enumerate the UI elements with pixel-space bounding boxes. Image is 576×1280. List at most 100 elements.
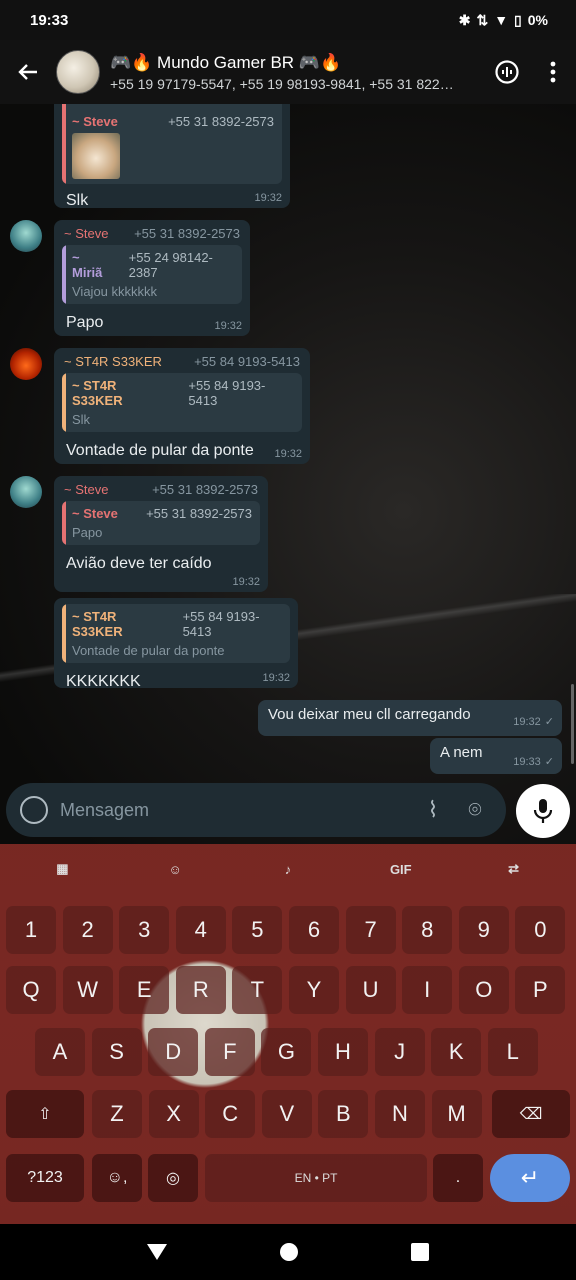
space-key[interactable]: EN • PT	[205, 1154, 427, 1202]
key-3[interactable]: 3	[119, 906, 170, 954]
symbols-key[interactable]: ?123	[6, 1154, 84, 1202]
quoted-message[interactable]: ~ Steve +55 31 8392-2573	[62, 104, 282, 184]
key-4[interactable]: 4	[175, 906, 226, 954]
key-0[interactable]: 0	[515, 906, 566, 954]
quote-header: ~ ST4R S33KER +55 84 9193-5413	[72, 609, 282, 639]
quoted-message[interactable]: ~ ST4R S33KER +55 84 9193-5413 Vontade d…	[62, 604, 290, 663]
key-d[interactable]: D	[148, 1028, 199, 1076]
sticker-emoji-icon[interactable]	[20, 796, 48, 824]
key-v[interactable]: V	[261, 1090, 312, 1138]
status-bar: 19:33 ✱ ⇅ ▼ ▯ 0%	[0, 0, 576, 40]
group-info[interactable]: 🎮🔥 Mundo Gamer BR 🎮🔥 +55 19 97179-5547, …	[110, 53, 484, 92]
key-n[interactable]: N	[375, 1090, 425, 1138]
outgoing-message-bubble[interactable]: Vou deixar meu cll carregando 19:32 ✓	[258, 700, 562, 736]
quote-header: ~ Steve +55 31 8392-2573	[72, 114, 274, 129]
gif-button[interactable]: GIF	[371, 862, 431, 877]
key-1[interactable]: 1	[6, 906, 56, 954]
sender-phone: +55 31 8392-2573	[152, 482, 258, 497]
key-y[interactable]: Y	[289, 966, 339, 1014]
key-o[interactable]: O	[458, 966, 509, 1014]
chat-area[interactable]: ~ Steve +55 31 8392-2573 Slk 19:32 ~ Ste…	[0, 104, 576, 844]
key-7[interactable]: 7	[345, 906, 396, 954]
group-avatar[interactable]	[56, 50, 100, 94]
period-key[interactable]: .	[433, 1154, 483, 1202]
backspace-key[interactable]: ⌫	[492, 1090, 570, 1138]
keyboard-toolbar: ▦ ☺ ♪ GIF ⇄	[0, 844, 576, 894]
message-bubble[interactable]: ~ ST4R S33KER +55 84 9193-5413 Vontade d…	[54, 598, 298, 690]
message-input[interactable]	[60, 799, 408, 821]
key-u[interactable]: U	[345, 966, 396, 1014]
scrollbar[interactable]	[571, 684, 574, 764]
sender-avatar[interactable]	[10, 220, 42, 252]
key-e[interactable]: E	[119, 966, 170, 1014]
more-vert-icon	[550, 61, 556, 83]
key-g[interactable]: G	[261, 1028, 312, 1076]
outgoing-message-bubble[interactable]: A nem 19:33 ✓	[430, 738, 562, 774]
sender-name: ~ Steve	[64, 482, 109, 497]
quote-phone: +55 31 8392-2573	[146, 506, 252, 521]
message-bubble[interactable]: ~ ST4R S33KER +55 84 9193-5413 ~ ST4R S3…	[54, 348, 310, 464]
sender-avatar[interactable]	[10, 476, 42, 508]
message-bubble[interactable]: ~ Steve +55 31 8392-2573 Slk 19:32	[54, 104, 290, 209]
key-x[interactable]: X	[148, 1090, 199, 1138]
message-time: 19:32	[254, 192, 282, 204]
key-2[interactable]: 2	[62, 906, 113, 954]
quoted-message[interactable]: ~ ST4R S33KER +55 84 9193-5413 Slk	[62, 373, 302, 432]
message-text: A nem	[440, 744, 483, 761]
sticker-icon[interactable]: ☺	[145, 862, 205, 877]
quote-text: Papo	[72, 525, 103, 540]
key-s[interactable]: S	[91, 1028, 142, 1076]
message-text: Avião deve ter caído	[66, 555, 212, 572]
key-p[interactable]: P	[515, 966, 566, 1014]
key-t[interactable]: T	[232, 966, 283, 1014]
nav-back-icon[interactable]	[146, 1244, 167, 1260]
on-screen-keyboard: ▦ ☺ ♪ GIF ⇄ 1234567890 QWERTYUIOP ASDFGHJK…	[0, 844, 576, 1224]
apps-grid-icon[interactable]: ▦	[32, 861, 92, 877]
message-time: 19:32	[274, 448, 302, 460]
key-z[interactable]: Z	[92, 1090, 142, 1138]
key-i[interactable]: I	[402, 966, 453, 1014]
quote-header: ~ Steve +55 31 8392-2573	[72, 506, 252, 521]
key-5[interactable]: 5	[232, 906, 283, 954]
translate-icon[interactable]: ⇄	[484, 861, 544, 877]
nav-recents-icon[interactable]	[411, 1243, 430, 1261]
quoted-message[interactable]: ~ Steve +55 31 8392-2573 Papo	[62, 501, 260, 545]
key-9[interactable]: 9	[458, 906, 509, 954]
voice-typing-icon[interactable]: ♪	[258, 862, 318, 877]
key-6[interactable]: 6	[289, 906, 339, 954]
key-c[interactable]: C	[205, 1090, 256, 1138]
key-8[interactable]: 8	[402, 906, 453, 954]
enter-key[interactable]: ↵	[490, 1154, 570, 1202]
attach-paperclip-icon[interactable]: ⌇	[416, 797, 450, 823]
nav-home-icon[interactable]	[279, 1243, 298, 1261]
voice-chat-button[interactable]	[484, 40, 530, 104]
message-time: 19:33 ✓	[513, 755, 554, 768]
quote-text: Vontade de pular da ponte	[72, 643, 225, 658]
key-k[interactable]: K	[431, 1028, 482, 1076]
camera-icon[interactable]: ⌾	[458, 797, 492, 823]
key-w[interactable]: W	[62, 966, 113, 1014]
message-text: Vou deixar meu cll carregando	[268, 706, 471, 723]
key-q[interactable]: Q	[6, 966, 56, 1014]
message-bubble[interactable]: ~ Steve +55 31 8392-2573 ~ Miriã +55 24 …	[54, 220, 250, 336]
key-a[interactable]: A	[35, 1028, 85, 1076]
key-m[interactable]: M	[431, 1090, 482, 1138]
quoted-message[interactable]: ~ Miriã +55 24 98142-2387 Viajou kkkkkkk	[62, 245, 242, 304]
emoji-comma-key[interactable]: ☺,	[92, 1154, 142, 1202]
key-h[interactable]: H	[318, 1028, 368, 1076]
language-globe-key[interactable]: ◎	[148, 1154, 198, 1202]
message-bubble[interactable]: ~ Steve +55 31 8392-2573 ~ Steve +55 31 …	[54, 476, 268, 592]
key-j[interactable]: J	[374, 1028, 425, 1076]
menu-button[interactable]	[530, 40, 576, 104]
microphone-button[interactable]	[516, 784, 570, 838]
back-button[interactable]	[0, 40, 56, 104]
sender-avatar[interactable]	[10, 348, 42, 380]
shift-key[interactable]: ⇧	[6, 1090, 84, 1138]
sender-phone: +55 31 8392-2573	[134, 226, 240, 241]
key-r[interactable]: R	[175, 966, 226, 1014]
battery-level: 0%	[527, 12, 548, 28]
key-f[interactable]: F	[204, 1028, 255, 1076]
quote-sender: ~ ST4R S33KER	[72, 378, 123, 408]
key-b[interactable]: B	[318, 1090, 369, 1138]
key-l[interactable]: L	[487, 1028, 538, 1076]
